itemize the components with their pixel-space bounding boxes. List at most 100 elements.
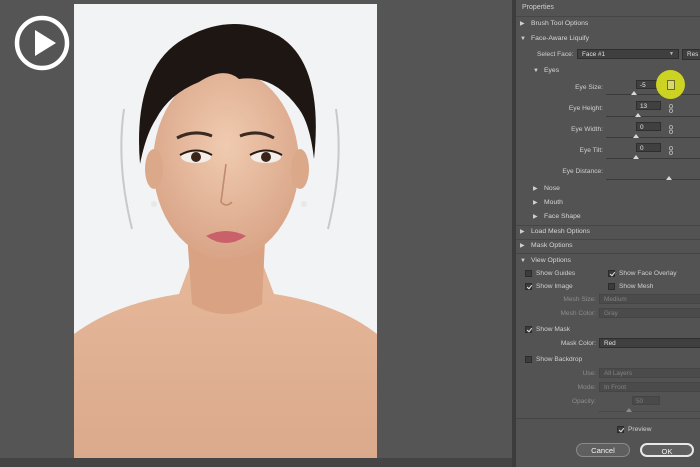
section-label: Brush Tool Options	[531, 20, 589, 27]
link-icon[interactable]	[669, 146, 673, 155]
mode-label: Mode:	[577, 384, 596, 391]
section-view-options[interactable]: ▼ View Options	[520, 257, 571, 264]
triangle-right-icon: ▶	[533, 200, 538, 206]
eye-distance-slider-handle[interactable]	[666, 176, 672, 180]
use-value: All Layers	[604, 370, 633, 377]
use-label: Use:	[582, 370, 596, 377]
show-backdrop-label: Show Backdrop	[536, 356, 583, 363]
triangle-down-icon: ▼	[533, 67, 539, 74]
show-mesh-label: Show Mesh	[619, 283, 654, 290]
section-label: Face Shape	[544, 213, 581, 220]
select-face-label: Select Face:	[537, 51, 574, 58]
eye-height-slider-handle[interactable]	[635, 113, 641, 117]
divider	[516, 253, 700, 254]
section-eyes[interactable]: ▼ Eyes	[533, 67, 559, 74]
section-label: Nose	[544, 185, 560, 192]
section-label: Load Mesh Options	[531, 228, 590, 235]
mask-color-value: Red	[604, 340, 616, 347]
divider	[516, 239, 700, 240]
liquify-canvas[interactable]	[0, 0, 512, 467]
panel-title: Properties	[522, 4, 554, 11]
mesh-color-dropdown[interactable]: Gray	[599, 308, 700, 318]
section-label: Mask Options	[531, 242, 573, 249]
triangle-right-icon: ▶	[520, 229, 525, 235]
show-mask-label: Show Mask	[536, 326, 571, 333]
opacity-input[interactable]: 50	[632, 396, 660, 405]
mask-color-dropdown[interactable]: Red	[599, 338, 700, 348]
show-image-label: Show Image	[536, 283, 573, 290]
show-guides-label: Show Guides	[536, 270, 576, 277]
opacity-label: Opacity:	[571, 398, 596, 405]
mesh-color-value: Gray	[604, 310, 618, 317]
section-label: View Options	[531, 257, 571, 264]
select-face-dropdown[interactable]: Face #1 ▼	[577, 49, 679, 59]
eye-tilt-input[interactable]: 0	[636, 143, 661, 152]
eye-height-label: Eye Height:	[568, 105, 603, 112]
eye-width-label: Eye Width:	[571, 126, 603, 133]
mesh-color-label: Mesh Color:	[560, 310, 596, 317]
eye-height-input[interactable]: 13	[636, 101, 661, 110]
section-mask-options[interactable]: ▶ Mask Options	[520, 242, 573, 249]
chevron-down-icon: ▼	[669, 51, 674, 57]
triangle-down-icon: ▼	[520, 257, 526, 264]
eye-size-label: Eye Size:	[575, 84, 603, 91]
section-label: Face-Aware Liquify	[531, 35, 590, 42]
show-mask-checkbox[interactable]	[525, 326, 532, 333]
play-icon[interactable]	[14, 15, 70, 71]
eye-tilt-slider-handle[interactable]	[633, 155, 639, 159]
link-icon[interactable]	[669, 104, 673, 113]
eye-height-slider-track[interactable]	[606, 116, 700, 117]
section-load-mesh-options[interactable]: ▶ Load Mesh Options	[520, 228, 590, 235]
eye-width-input[interactable]: 0	[636, 122, 661, 131]
divider	[516, 225, 700, 226]
portrait-photo[interactable]	[74, 4, 377, 459]
triangle-right-icon: ▶	[533, 214, 538, 220]
triangle-right-icon: ▶	[533, 186, 538, 192]
eye-distance-slider-track[interactable]	[606, 179, 700, 180]
preview-label: Preview	[628, 426, 652, 433]
ok-button[interactable]: OK	[640, 443, 694, 457]
eye-distance-label: Eye Distance:	[562, 168, 603, 175]
link-icon[interactable]	[669, 125, 673, 134]
show-image-checkbox[interactable]	[525, 283, 532, 290]
mesh-size-label: Mesh Size:	[563, 296, 596, 303]
eye-tilt-label: Eye Tilt:	[579, 147, 603, 154]
cancel-button[interactable]: Cancel	[576, 443, 630, 457]
preview-checkbox[interactable]	[617, 426, 624, 433]
divider	[516, 16, 700, 17]
section-face-shape[interactable]: ▶ Face Shape	[533, 213, 581, 220]
show-backdrop-checkbox[interactable]	[525, 356, 532, 363]
eye-width-slider-handle[interactable]	[633, 134, 639, 138]
section-label: Eyes	[544, 67, 560, 74]
section-nose[interactable]: ▶ Nose	[533, 185, 560, 192]
mesh-size-dropdown[interactable]: Medium	[599, 294, 700, 304]
mask-color-label: Mask Color:	[560, 340, 596, 347]
mode-value: In Front	[604, 384, 627, 391]
triangle-right-icon: ▶	[520, 21, 525, 27]
eye-size-slider-track[interactable]	[606, 94, 700, 95]
reset-button[interactable]: Res	[682, 49, 700, 60]
section-brush-tool-options[interactable]: ▶ Brush Tool Options	[520, 20, 588, 27]
mesh-size-value: Medium	[604, 296, 627, 303]
triangle-down-icon: ▼	[520, 35, 526, 42]
mode-dropdown[interactable]: In Front	[599, 382, 700, 392]
eye-tilt-slider-track[interactable]	[606, 158, 700, 159]
canvas-scrollbar[interactable]	[0, 458, 512, 467]
opacity-slider-handle[interactable]	[626, 408, 632, 412]
select-face-value: Face #1	[582, 51, 606, 58]
section-mouth[interactable]: ▶ Mouth	[533, 199, 563, 206]
section-face-aware-liquify[interactable]: ▼ Face-Aware Liquify	[520, 35, 589, 42]
eye-size-slider-handle[interactable]	[631, 91, 637, 95]
show-guides-checkbox[interactable]	[525, 270, 532, 277]
show-mesh-checkbox[interactable]	[608, 283, 615, 290]
use-dropdown[interactable]: All Layers	[599, 368, 700, 378]
triangle-right-icon: ▶	[520, 243, 525, 249]
opacity-slider-track[interactable]	[598, 411, 700, 412]
divider	[516, 418, 700, 419]
show-face-overlay-label: Show Face Overlay	[619, 270, 677, 277]
section-label: Mouth	[544, 199, 563, 206]
portrait-image	[74, 4, 377, 459]
pointer-cursor-icon	[667, 80, 675, 90]
eye-width-slider-track[interactable]	[606, 137, 700, 138]
show-face-overlay-checkbox[interactable]	[608, 270, 615, 277]
